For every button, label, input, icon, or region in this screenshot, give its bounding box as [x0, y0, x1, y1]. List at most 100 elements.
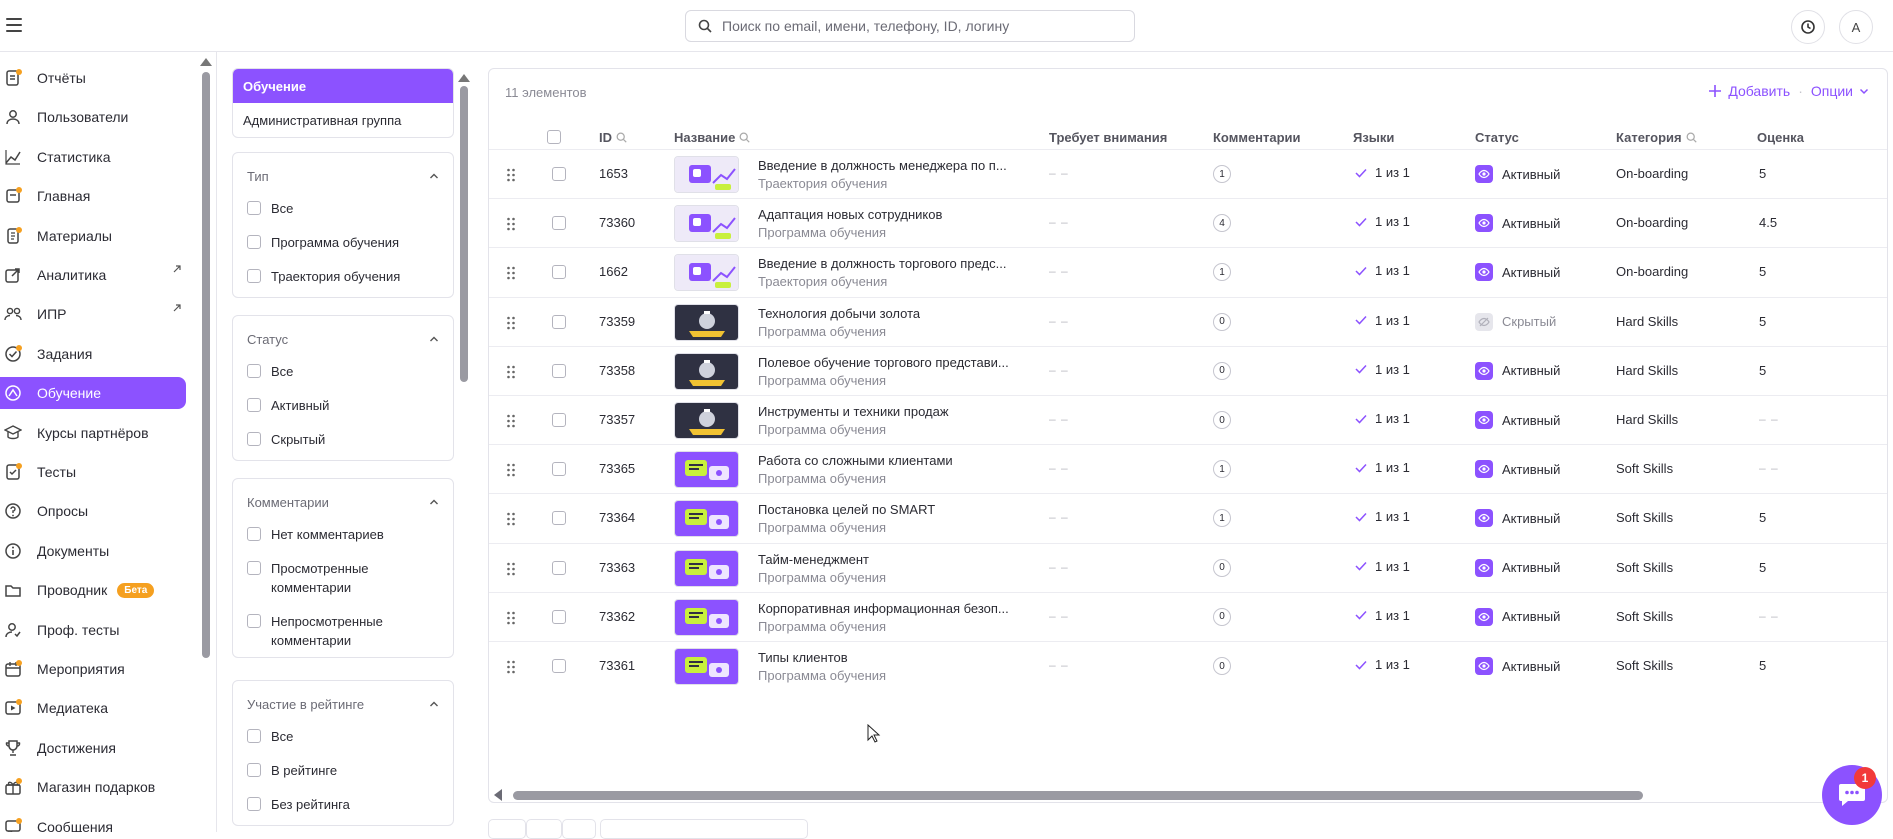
table-row[interactable]: 1653 Введение в должность менеджера по п…	[489, 149, 1887, 198]
filter-scroll-up-icon[interactable]	[458, 74, 470, 82]
course-title[interactable]: Инструменты и техники продаж	[758, 404, 949, 419]
drag-handle-icon[interactable]	[506, 316, 516, 330]
table-row[interactable]: 73363 Тайм-менеджмент Программа обучения…	[489, 542, 1887, 592]
filter-option[interactable]: Скрытый	[247, 430, 437, 449]
course-title[interactable]: Тайм-менеджмент	[758, 552, 869, 567]
table-row[interactable]: 73365 Работа со сложными клиентами Прогр…	[489, 444, 1887, 493]
filter-option[interactable]: Без рейтинга	[247, 795, 437, 814]
filter-option[interactable]: В рейтинге	[247, 761, 437, 780]
filter-option[interactable]: Нет комментариев	[247, 525, 437, 544]
sidebar-item-prof-tests[interactable]: Проф. тесты	[0, 614, 186, 646]
drag-handle-icon[interactable]	[506, 168, 516, 182]
row-checkbox[interactable]	[552, 511, 566, 526]
sidebar-item-documents[interactable]: Документы	[0, 535, 186, 567]
filter-option[interactable]: Активный	[247, 396, 437, 415]
search-box[interactable]	[685, 10, 1135, 42]
comments-count[interactable]: 1	[1213, 165, 1231, 183]
course-title[interactable]: Полевое обучение торгового представи...	[758, 355, 1009, 370]
sidebar-item-analytics[interactable]: Аналитика	[0, 259, 186, 291]
drag-handle-icon[interactable]	[506, 217, 516, 231]
column-name[interactable]: Название	[674, 130, 751, 145]
checkbox[interactable]	[247, 527, 261, 541]
table-row[interactable]: 73359 Технология добычи золота Программа…	[489, 296, 1887, 346]
column-category[interactable]: Категория	[1616, 130, 1697, 145]
table-row[interactable]: 73362 Корпоративная информационная безоп…	[489, 591, 1887, 641]
row-checkbox[interactable]	[552, 314, 566, 329]
add-button[interactable]: Добавить	[1708, 83, 1790, 99]
course-thumbnail[interactable]	[674, 254, 739, 292]
status-value[interactable]: Скрытый	[1475, 312, 1556, 331]
comments-count[interactable]: 0	[1213, 312, 1231, 331]
filter-scrollbar[interactable]	[460, 86, 468, 382]
select-all-checkbox[interactable]	[547, 130, 561, 144]
checkbox[interactable]	[247, 797, 261, 811]
page-size-select[interactable]	[600, 819, 808, 839]
drag-handle-icon[interactable]	[506, 463, 516, 477]
column-id[interactable]: ID	[599, 130, 627, 145]
drag-handle-icon[interactable]	[506, 512, 516, 526]
checkbox[interactable]	[247, 763, 261, 777]
chevron-up-icon[interactable]	[429, 334, 439, 344]
filter-option[interactable]: Просмотренные комментарии	[247, 559, 397, 597]
checkbox[interactable]	[247, 364, 261, 378]
checkbox[interactable]	[247, 729, 261, 743]
pager-next[interactable]	[562, 819, 596, 839]
avatar[interactable]: A	[1839, 10, 1873, 44]
status-value[interactable]: Активный	[1475, 460, 1560, 479]
comments-count[interactable]: 0	[1213, 361, 1231, 380]
status-value[interactable]: Активный	[1475, 558, 1560, 577]
drag-handle-icon[interactable]	[506, 562, 516, 576]
row-checkbox[interactable]	[552, 167, 566, 181]
filter-option[interactable]: Программа обучения	[247, 233, 437, 252]
row-checkbox[interactable]	[552, 216, 566, 231]
column-languages[interactable]: Языки	[1353, 130, 1394, 145]
course-title[interactable]: Типы клиентов	[758, 650, 848, 665]
drag-handle-icon[interactable]	[506, 266, 516, 280]
sidebar-scrollbar[interactable]	[202, 72, 210, 658]
checkbox[interactable]	[247, 235, 261, 249]
filter-option[interactable]: Все	[247, 199, 437, 218]
checkbox[interactable]	[247, 561, 261, 575]
chevron-up-icon[interactable]	[429, 171, 439, 181]
comments-count[interactable]: 0	[1213, 657, 1231, 675]
chevron-up-icon[interactable]	[429, 699, 439, 709]
table-row[interactable]: 73357 Инструменты и техники продаж Прогр…	[489, 395, 1887, 444]
table-row[interactable]: 73364 Постановка целей по SMART Программ…	[489, 493, 1887, 542]
sidebar-item-gift-shop[interactable]: Магазин подарков	[0, 771, 186, 803]
course-thumbnail[interactable]	[674, 451, 739, 489]
horizontal-scrollbar[interactable]	[513, 791, 1643, 800]
sidebar-item-users[interactable]: Пользователи	[0, 101, 186, 133]
comments-count[interactable]: 0	[1213, 607, 1231, 626]
course-thumbnail[interactable]	[674, 549, 739, 587]
course-title[interactable]: Введение в должность торгового предс...	[758, 256, 1006, 271]
row-checkbox[interactable]	[552, 560, 566, 575]
status-value[interactable]: Активный	[1475, 361, 1560, 380]
status-value[interactable]: Активный	[1475, 214, 1560, 233]
course-title[interactable]: Адаптация новых сотрудников	[758, 207, 942, 222]
sidebar-item-materials[interactable]: Материалы	[0, 220, 186, 252]
checkbox[interactable]	[247, 269, 261, 283]
checkbox[interactable]	[247, 432, 261, 446]
status-value[interactable]: Активный	[1475, 509, 1560, 528]
comments-count[interactable]: 1	[1213, 460, 1231, 479]
table-row[interactable]: 1662 Введение в должность торгового пред…	[489, 247, 1887, 296]
search-icon[interactable]	[616, 132, 627, 143]
course-thumbnail[interactable]	[674, 402, 739, 439]
row-checkbox[interactable]	[552, 659, 566, 673]
status-value[interactable]: Активный	[1475, 657, 1560, 675]
filter-option[interactable]: Непросмотренные комментарии	[247, 612, 397, 650]
course-thumbnail[interactable]	[674, 205, 739, 243]
sidebar-item-tests[interactable]: Тесты	[0, 456, 186, 488]
sidebar-item-ipr[interactable]: ИПР	[0, 298, 186, 330]
sidebar-item-events[interactable]: Мероприятия	[0, 653, 186, 685]
filter-option[interactable]: Траектория обучения	[247, 267, 437, 286]
drag-handle-icon[interactable]	[506, 365, 516, 379]
table-row[interactable]: 73361 Типы клиентов Программа обучения –…	[489, 641, 1887, 690]
row-checkbox[interactable]	[552, 363, 566, 378]
filter-option[interactable]: Все	[247, 362, 437, 381]
course-title[interactable]: Работа со сложными клиентами	[758, 453, 953, 468]
sidebar-item-explorer[interactable]: Проводник Бета	[0, 574, 186, 606]
status-value[interactable]: Активный	[1475, 263, 1560, 282]
status-value[interactable]: Активный	[1475, 165, 1560, 183]
course-thumbnail[interactable]	[674, 598, 739, 636]
